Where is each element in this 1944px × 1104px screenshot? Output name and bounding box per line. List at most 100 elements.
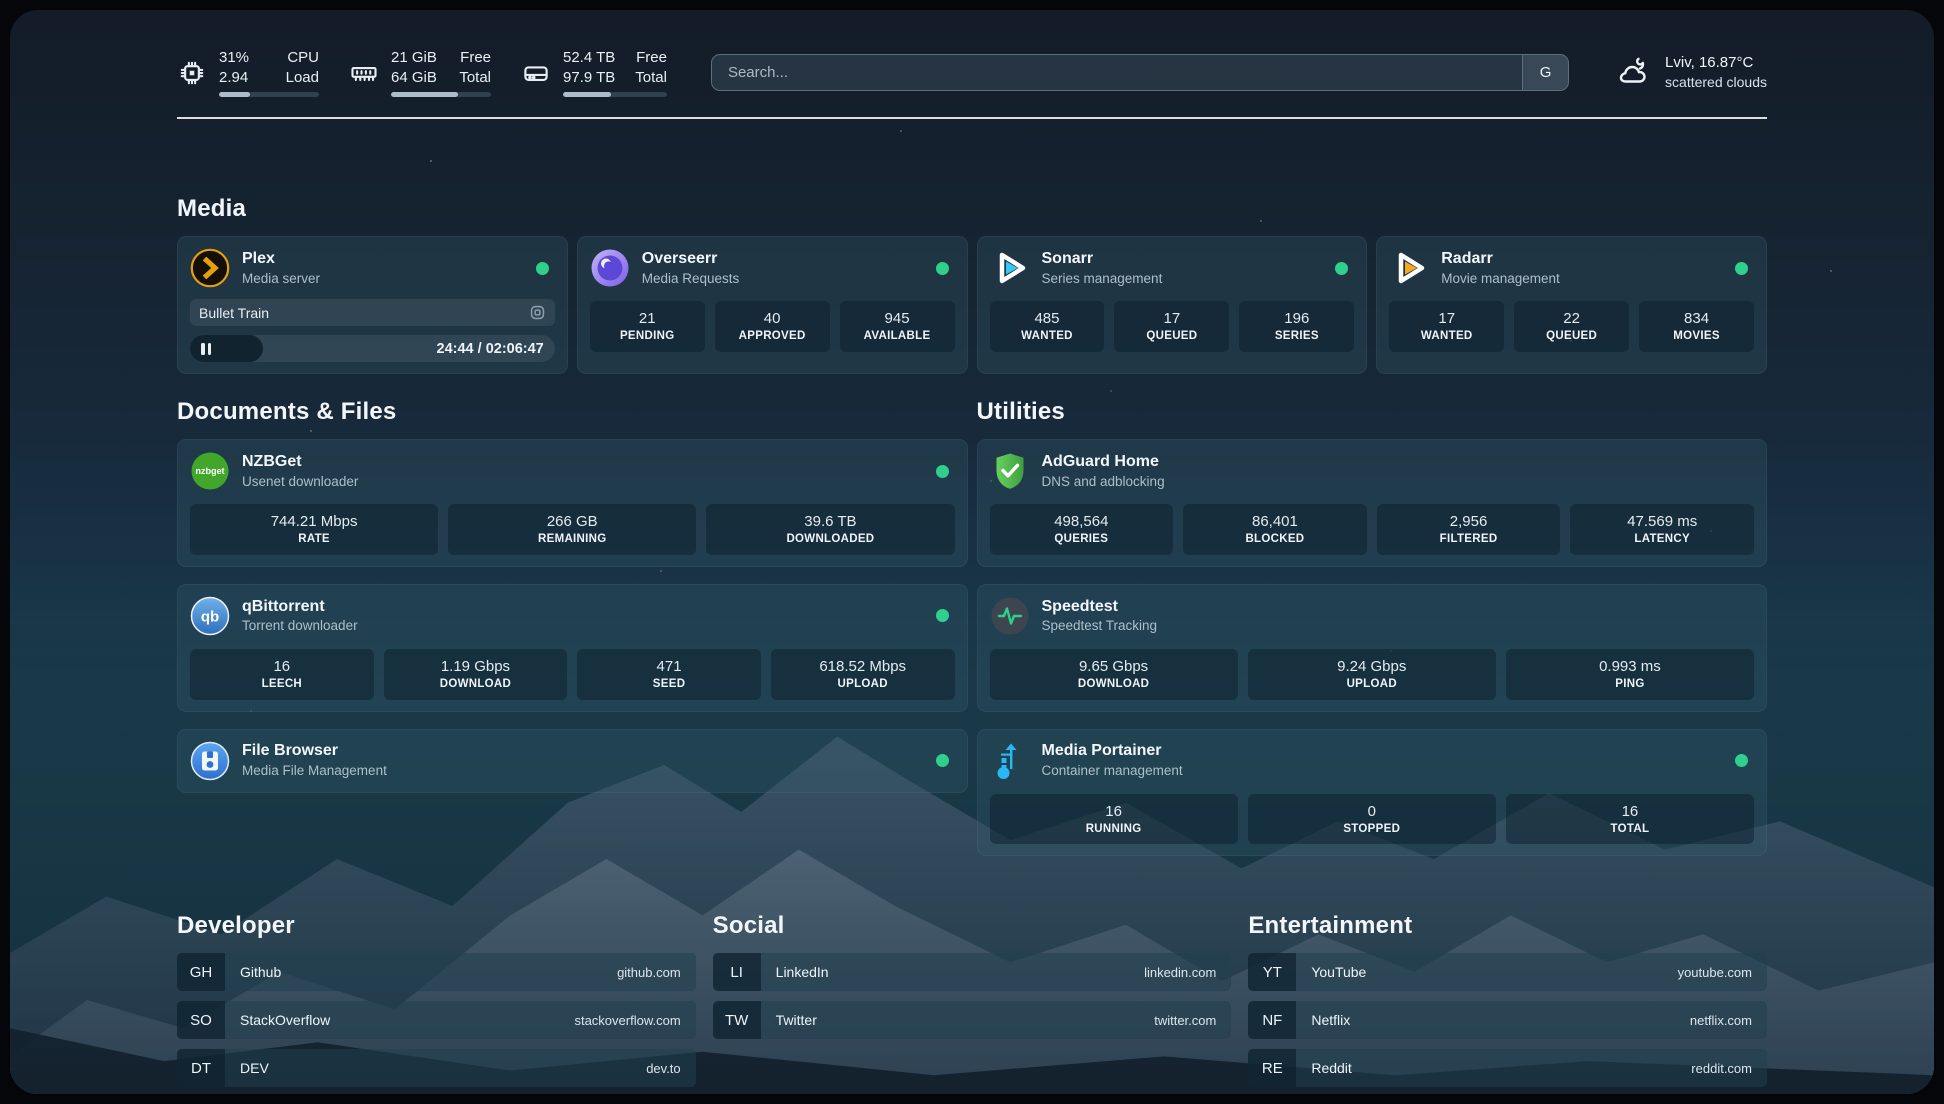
playback-progress-bar: 24:44 / 02:06:47: [190, 335, 555, 362]
stat-box: 498,564QUERIES: [990, 504, 1174, 555]
bookmark-url: netflix.com: [1690, 1013, 1752, 1028]
search-input[interactable]: [712, 55, 1522, 90]
memory-free-label: Free: [458, 48, 491, 68]
service-card-nzbget[interactable]: nzbget NZBGet Usenet downloader 744.21 M…: [177, 439, 968, 567]
bookmark-abbr: DT: [177, 1049, 225, 1087]
status-online-dot: [1735, 262, 1748, 275]
status-online-dot: [936, 609, 949, 622]
bookmark-reddit[interactable]: RE Reddit reddit.com: [1248, 1049, 1767, 1087]
disk-progress-fill: [563, 92, 611, 97]
topbar-divider: [177, 117, 1767, 119]
bookmark-dev[interactable]: DT DEV dev.to: [177, 1049, 696, 1087]
qbittorrent-icon: qb: [190, 596, 230, 636]
service-card-adguard[interactable]: AdGuard Home DNS and adblocking 498,564Q…: [977, 439, 1768, 567]
bookmark-abbr: LI: [713, 953, 761, 991]
now-playing-view-icon[interactable]: [529, 304, 546, 321]
stat-box: 0.993 msPING: [1506, 649, 1754, 700]
sonarr-icon: [990, 248, 1030, 288]
bookmark-youtube[interactable]: YT YouTube youtube.com: [1248, 953, 1767, 991]
stat-box: 17QUEUED: [1114, 301, 1229, 352]
stat-box: 17WANTED: [1389, 301, 1504, 352]
bookmark-name: Twitter: [776, 1012, 817, 1028]
search-provider-button[interactable]: G: [1522, 55, 1568, 90]
stat-box: 47.569 msLATENCY: [1570, 504, 1754, 555]
service-description: Media Requests: [642, 270, 740, 288]
stat-box: 9.24 GbpsUPLOAD: [1248, 649, 1496, 700]
weather-widget[interactable]: Lviv, 16.87°C scattered clouds: [1613, 53, 1767, 93]
service-card-sonarr[interactable]: Sonarr Series management 485WANTED 17QUE…: [977, 236, 1368, 374]
bookmark-abbr: YT: [1248, 953, 1296, 991]
service-name: NZBGet: [242, 452, 358, 473]
bookmark-name: Reddit: [1311, 1060, 1351, 1076]
bookmark-twitter[interactable]: TW Twitter twitter.com: [713, 1001, 1232, 1039]
section-title-social: Social: [713, 912, 1232, 940]
stat-box: 40APPROVED: [715, 301, 830, 352]
cpu-progress-fill: [219, 92, 250, 97]
service-description: Speedtest Tracking: [1042, 617, 1158, 635]
status-online-dot: [936, 465, 949, 478]
cloud-moon-icon: [1613, 53, 1653, 93]
bookmark-github[interactable]: GH Github github.com: [177, 953, 696, 991]
section-title-documents: Documents & Files: [177, 398, 968, 426]
bookmark-name: StackOverflow: [240, 1012, 330, 1028]
dashboard-screen: 31% CPU 2.94 Load: [10, 10, 1934, 1094]
memory-widget: 21 GiB Free 64 GiB Total: [349, 48, 491, 97]
stat-box: 9.65 GbpsDOWNLOAD: [990, 649, 1238, 700]
service-card-qbittorrent[interactable]: qb qBittorrent Torrent downloader 16LEEC…: [177, 584, 968, 712]
overseerr-icon: [590, 248, 630, 288]
disk-total-label: Total: [635, 68, 667, 88]
bookmark-linkedin[interactable]: LI LinkedIn linkedin.com: [713, 953, 1232, 991]
service-card-overseerr[interactable]: Overseerr Media Requests 21PENDING 40APP…: [577, 236, 968, 374]
stat-box: 471SEED: [577, 649, 761, 700]
service-description: Torrent downloader: [242, 617, 358, 635]
bookmark-name: DEV: [240, 1060, 269, 1076]
stat-box: 16LEECH: [190, 649, 374, 700]
stat-box: 834MOVIES: [1639, 301, 1754, 352]
status-online-dot: [1735, 754, 1748, 767]
bookmark-abbr: NF: [1248, 1001, 1296, 1039]
top-bar: 31% CPU 2.94 Load: [177, 48, 1767, 97]
section-title-entertainment: Entertainment: [1248, 912, 1767, 940]
stat-box: 744.21 MbpsRATE: [190, 504, 438, 555]
bookmark-netflix[interactable]: NF Netflix netflix.com: [1248, 1001, 1767, 1039]
status-online-dot: [536, 262, 549, 275]
service-description: Container management: [1042, 762, 1183, 780]
search-bar: G: [711, 54, 1569, 91]
memory-total: 64 GiB: [391, 68, 438, 88]
service-card-plex[interactable]: Plex Media server Bullet Train: [177, 236, 568, 374]
service-description: Media File Management: [242, 762, 387, 780]
stat-box: 16RUNNING: [990, 794, 1238, 845]
stat-box: 1.19 GbpsDOWNLOAD: [384, 649, 568, 700]
speedtest-icon: [990, 596, 1030, 636]
system-stats: 31% CPU 2.94 Load: [177, 48, 667, 97]
nzbget-icon: nzbget: [190, 451, 230, 491]
memory-free: 21 GiB: [391, 48, 438, 68]
service-card-radarr[interactable]: Radarr Movie management 17WANTED 22QUEUE…: [1376, 236, 1767, 374]
bookmark-abbr: GH: [177, 953, 225, 991]
disk-icon: [521, 58, 551, 88]
disk-total: 97.9 TB: [563, 68, 615, 88]
service-card-speedtest[interactable]: Speedtest Speedtest Tracking 9.65 GbpsDO…: [977, 584, 1768, 712]
svg-text:nzbget: nzbget: [196, 466, 225, 476]
bookmark-abbr: TW: [713, 1001, 761, 1039]
service-card-filebrowser[interactable]: File Browser Media File Management: [177, 729, 968, 793]
bookmark-name: LinkedIn: [776, 964, 829, 980]
radarr-icon: [1389, 248, 1429, 288]
snow-specks: [10, 10, 12, 12]
bookmark-url: stackoverflow.com: [574, 1013, 680, 1028]
stat-box: 0STOPPED: [1248, 794, 1496, 845]
service-description: DNS and adblocking: [1042, 473, 1165, 491]
stat-box: 266 GBREMAINING: [448, 504, 696, 555]
memory-total-label: Total: [458, 68, 491, 88]
bookmark-url: reddit.com: [1691, 1061, 1752, 1076]
cpu-progress-bar: [219, 92, 319, 97]
portainer-icon: [990, 741, 1030, 781]
cpu-icon: [177, 58, 207, 88]
service-card-portainer[interactable]: Media Portainer Container management 16R…: [977, 729, 1768, 857]
stat-box: 21PENDING: [590, 301, 705, 352]
bookmark-name: YouTube: [1311, 964, 1366, 980]
bookmark-url: twitter.com: [1154, 1013, 1216, 1028]
service-description: Media server: [242, 270, 320, 288]
bookmark-stackoverflow[interactable]: SO StackOverflow stackoverflow.com: [177, 1001, 696, 1039]
service-description: Movie management: [1441, 270, 1560, 288]
